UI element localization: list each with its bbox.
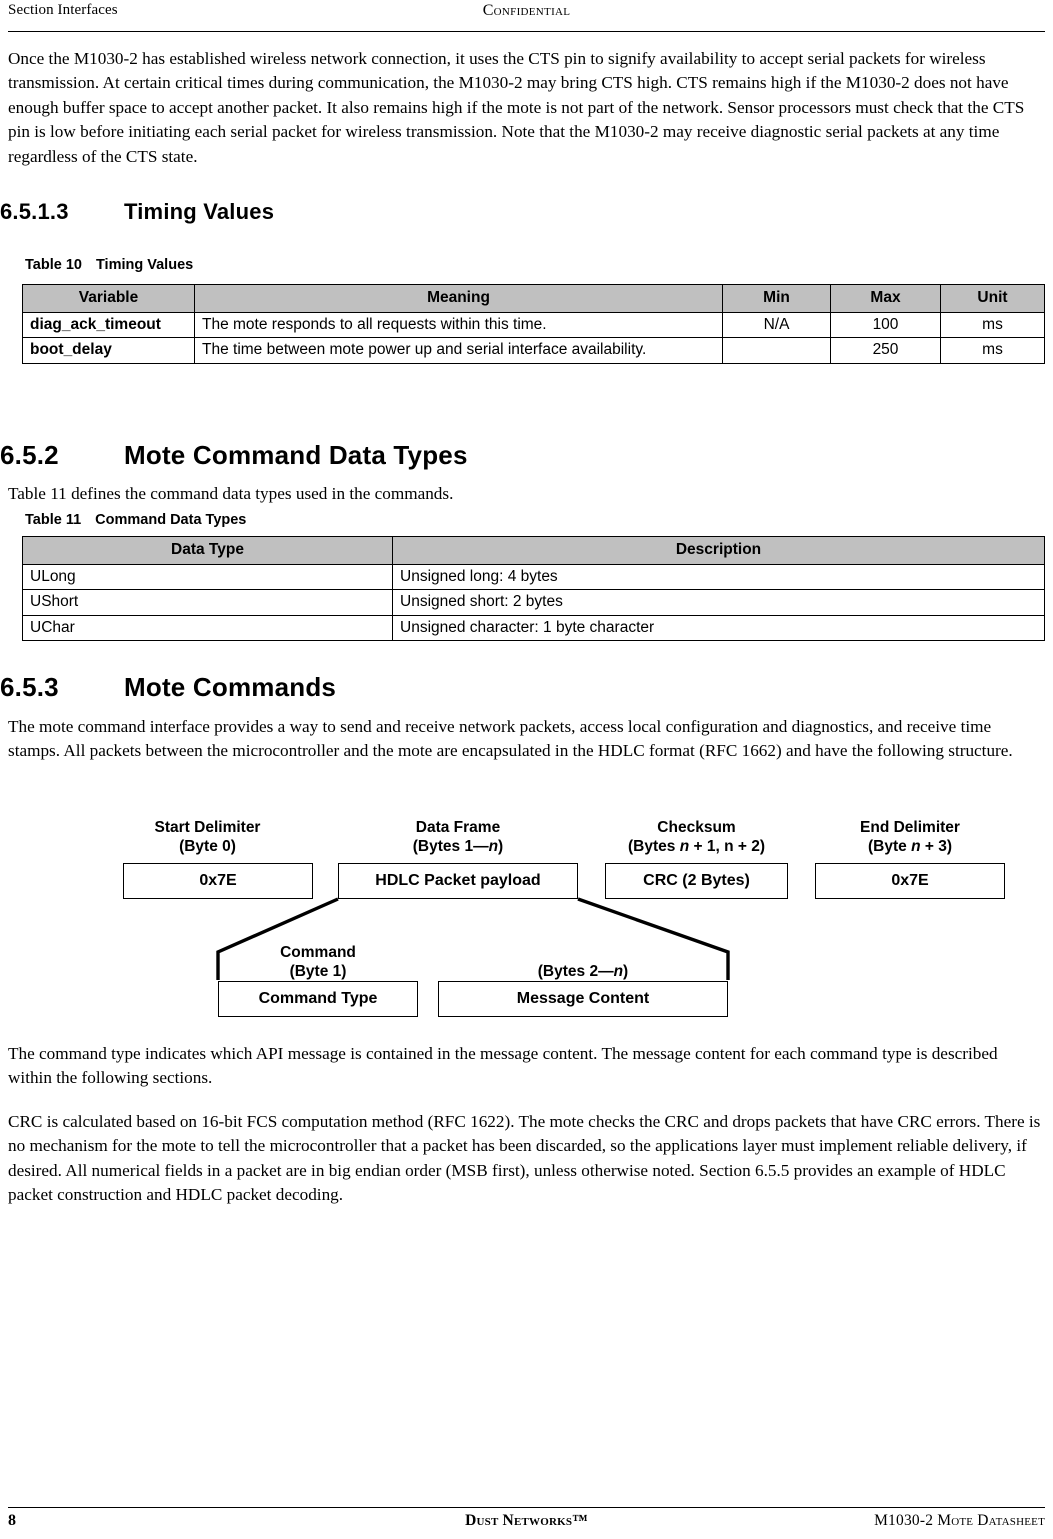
heading-6-5-3: 6.5.3 Mote Commands xyxy=(0,672,336,703)
end-delimiter-bytes-prefix: (Byte xyxy=(868,838,912,855)
table-row: UChar Unsigned character: 1 byte charact… xyxy=(22,614,1045,641)
field-label-start-delimiter: Start Delimiter (Byte 0) xyxy=(100,818,315,856)
table-11-r0-description: Unsigned long: 4 bytes xyxy=(392,563,1045,590)
data-frame-bytes-suffix: ) xyxy=(498,838,504,855)
field-label-data-frame: Data Frame (Bytes 1—n) xyxy=(338,818,578,856)
field-label-end-delimiter-text: End Delimiter xyxy=(860,819,960,836)
table-11-header-row: Data Type Description xyxy=(22,536,1045,565)
field-label-end-delimiter-bytes: (Byte n + 3) xyxy=(868,838,952,855)
table-11-caption-number: Table 11 xyxy=(25,512,82,528)
table-10-col-variable: Variable xyxy=(22,284,195,313)
field-box-hdlc-payload: HDLC Packet payload xyxy=(338,863,578,899)
intro-paragraph: Once the M1030-2 has established wireles… xyxy=(8,49,1025,166)
table-10-r1-meaning: The time between mote power up and seria… xyxy=(194,337,723,364)
table-10-r0-max: 100 xyxy=(830,311,941,338)
table-10-caption-number: Table 10 xyxy=(25,257,82,273)
expansion-label-message-content: (Bytes 2—n) xyxy=(438,962,728,981)
mote-commands-paragraph: The mote command interface provides a wa… xyxy=(8,717,1013,761)
end-delimiter-bytes-italic: n xyxy=(911,838,921,855)
table-11-r0-type: ULong xyxy=(22,563,393,590)
field-box-end-delimiter: 0x7E xyxy=(815,863,1005,899)
table-11-caption: Table 11 Command Data Types xyxy=(25,512,246,528)
table-10-col-max: Max xyxy=(830,284,941,313)
data-frame-bytes-prefix: (Bytes 1— xyxy=(412,838,489,855)
message-bytes-prefix: (Bytes 2— xyxy=(537,963,614,980)
table-11-intro-paragraph: Table 11 defines the command data types … xyxy=(8,484,454,503)
field-label-data-frame-text: Data Frame xyxy=(415,819,501,836)
footer-rule xyxy=(8,1507,1045,1508)
header-confidential-label: Confidential xyxy=(482,2,571,19)
expansion-box-message-content: Message Content xyxy=(438,981,728,1017)
heading-6-5-1-3: 6.5.1.3 Timing Values xyxy=(0,199,274,225)
table-row: UShort Unsigned short: 2 bytes xyxy=(22,589,1045,616)
table-10-r1-max: 250 xyxy=(830,337,941,364)
checksum-bytes-suffix: + 1, n + 2) xyxy=(689,838,765,855)
heading-6-5-2-title: Mote Command Data Types xyxy=(124,440,468,470)
crc-paragraph: CRC is calculated based on 16-bit FCS co… xyxy=(8,1112,1041,1205)
field-label-checksum: Checksum (Bytes n + 1, n + 2) xyxy=(605,818,788,856)
table-timing-values: Variable Meaning Min Max Unit diag_ack_t… xyxy=(22,284,1045,364)
field-label-checksum-text: Checksum xyxy=(657,819,736,836)
table-10-r1-unit: ms xyxy=(940,337,1045,364)
heading-6-5-3-number: 6.5.3 xyxy=(0,672,59,702)
table-10-r0-variable: diag_ack_timeout xyxy=(22,311,195,338)
expansion-label-command-bytes: (Byte 1) xyxy=(289,963,347,980)
expansion-box-command-type: Command Type xyxy=(218,981,418,1017)
table-10-r0-min: N/A xyxy=(722,311,831,338)
checksum-bytes-italic: n xyxy=(679,838,690,855)
message-bytes-italic: n xyxy=(613,963,624,980)
table-10-col-meaning: Meaning xyxy=(194,284,723,313)
table-10-header-row: Variable Meaning Min Max Unit xyxy=(22,284,1045,313)
table-row: boot_delay The time between mote power u… xyxy=(22,337,1045,364)
field-box-start-delimiter: 0x7E xyxy=(123,863,313,899)
table-10-r0-meaning: The mote responds to all requests within… xyxy=(194,311,723,338)
footer-document-title: M1030-2 Mote Datasheet xyxy=(874,1512,1045,1529)
field-label-start-delimiter-text: Start Delimiter xyxy=(154,819,261,836)
table-11-r2-description: Unsigned character: 1 byte character xyxy=(392,614,1045,641)
expansion-label-command: Command (Byte 1) xyxy=(218,943,418,981)
table-row: ULong Unsigned long: 4 bytes xyxy=(22,563,1045,590)
table-10-r1-variable: boot_delay xyxy=(22,337,195,364)
table-11-col-description: Description xyxy=(392,536,1045,565)
hdlc-packet-structure-diagram: Start Delimiter (Byte 0) Data Frame (Byt… xyxy=(100,818,1030,1028)
heading-6-5-2: 6.5.2 Mote Command Data Types xyxy=(0,440,468,471)
table-11-r2-type: UChar xyxy=(22,614,393,641)
end-delimiter-bytes-suffix: + 3) xyxy=(920,838,952,855)
heading-6-5-1-3-number: 6.5.1.3 xyxy=(0,199,69,224)
heading-6-5-2-number: 6.5.2 xyxy=(0,440,59,470)
heading-6-5-3-title: Mote Commands xyxy=(124,672,337,702)
field-label-data-frame-bytes: (Bytes 1—n) xyxy=(413,838,503,855)
field-label-start-delimiter-bytes: (Byte 0) xyxy=(179,838,236,855)
table-10-r0-unit: ms xyxy=(940,311,1045,338)
heading-6-5-1-3-title: Timing Values xyxy=(124,199,275,224)
field-label-checksum-bytes: (Bytes n + 1, n + 2) xyxy=(628,838,765,855)
page-header: Section Interfaces Confidential xyxy=(8,2,1045,32)
table-command-data-types: Data Type Description ULong Unsigned lon… xyxy=(22,536,1045,641)
table-row: diag_ack_timeout The mote responds to al… xyxy=(22,311,1045,338)
field-label-end-delimiter: End Delimiter (Byte n + 3) xyxy=(815,818,1005,856)
table-10-caption: Table 10 Timing Values xyxy=(25,257,193,273)
table-10-col-min: Min xyxy=(722,284,831,313)
page-footer: 8 Dust Networks™ M1030-2 Mote Datasheet xyxy=(8,1512,1045,1538)
header-rule xyxy=(8,31,1045,32)
table-11-r1-description: Unsigned short: 2 bytes xyxy=(392,589,1045,616)
table-11-col-data-type: Data Type xyxy=(22,536,393,565)
expansion-label-command-text: Command xyxy=(280,944,356,961)
table-11-r1-type: UShort xyxy=(22,589,393,616)
message-bytes-suffix: ) xyxy=(623,963,629,980)
data-frame-bytes-italic: n xyxy=(488,838,499,855)
checksum-bytes-prefix: (Bytes xyxy=(628,838,680,855)
table-10-r1-min xyxy=(722,337,831,364)
table-11-caption-title: Command Data Types xyxy=(95,512,247,528)
table-10-caption-title: Timing Values xyxy=(95,257,194,273)
command-type-paragraph: The command type indicates which API mes… xyxy=(8,1044,998,1088)
table-10-col-unit: Unit xyxy=(940,284,1045,313)
expansion-label-message-bytes: (Bytes 2—n) xyxy=(538,963,628,980)
field-box-crc: CRC (2 Bytes) xyxy=(605,863,788,899)
